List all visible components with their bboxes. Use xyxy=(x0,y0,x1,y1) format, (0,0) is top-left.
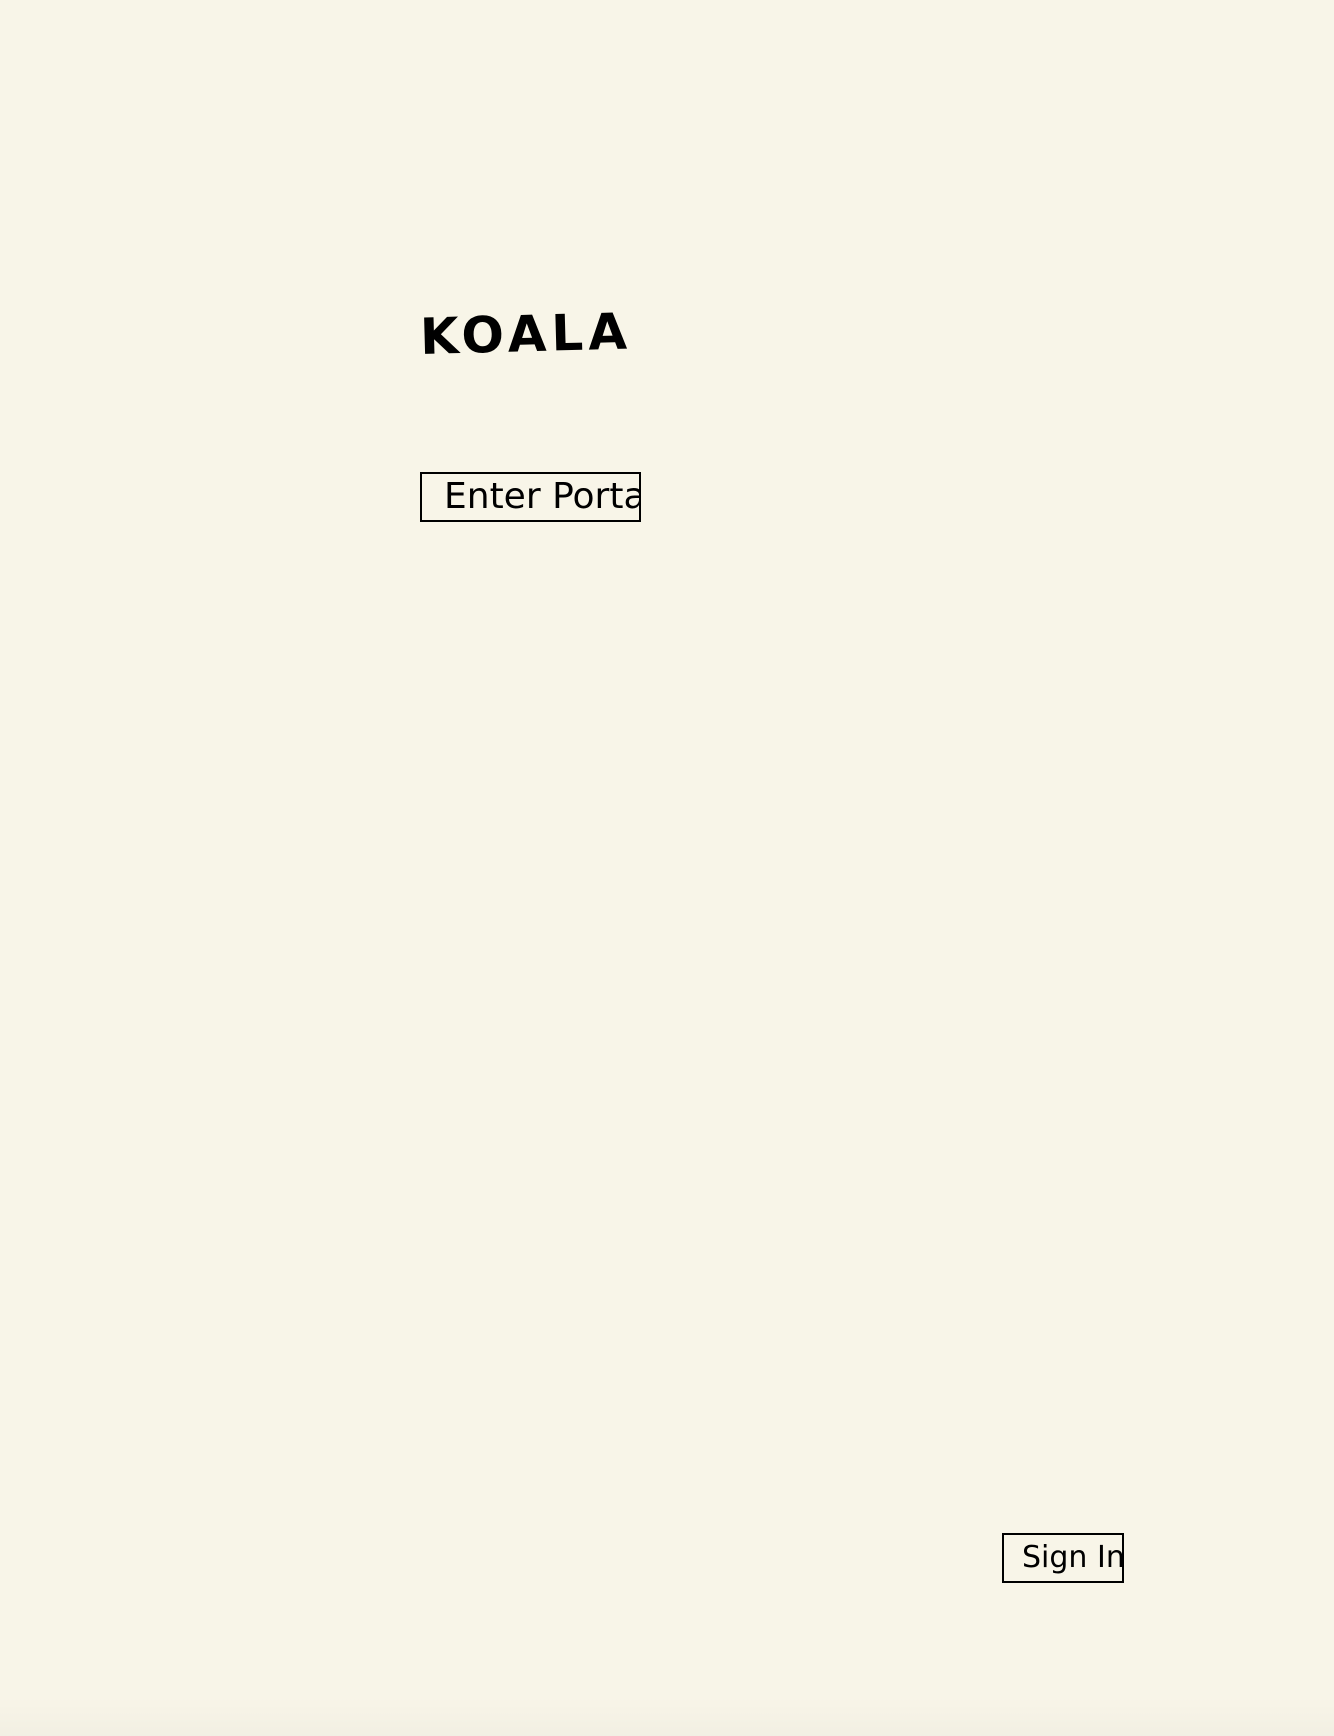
brand-logo-text: KOALA xyxy=(419,302,633,366)
enter-portal-button[interactable]: Enter Portal xyxy=(420,472,641,522)
page-bottom-shade xyxy=(0,1696,1334,1736)
sign-in-button[interactable]: Sign In xyxy=(1002,1533,1124,1583)
